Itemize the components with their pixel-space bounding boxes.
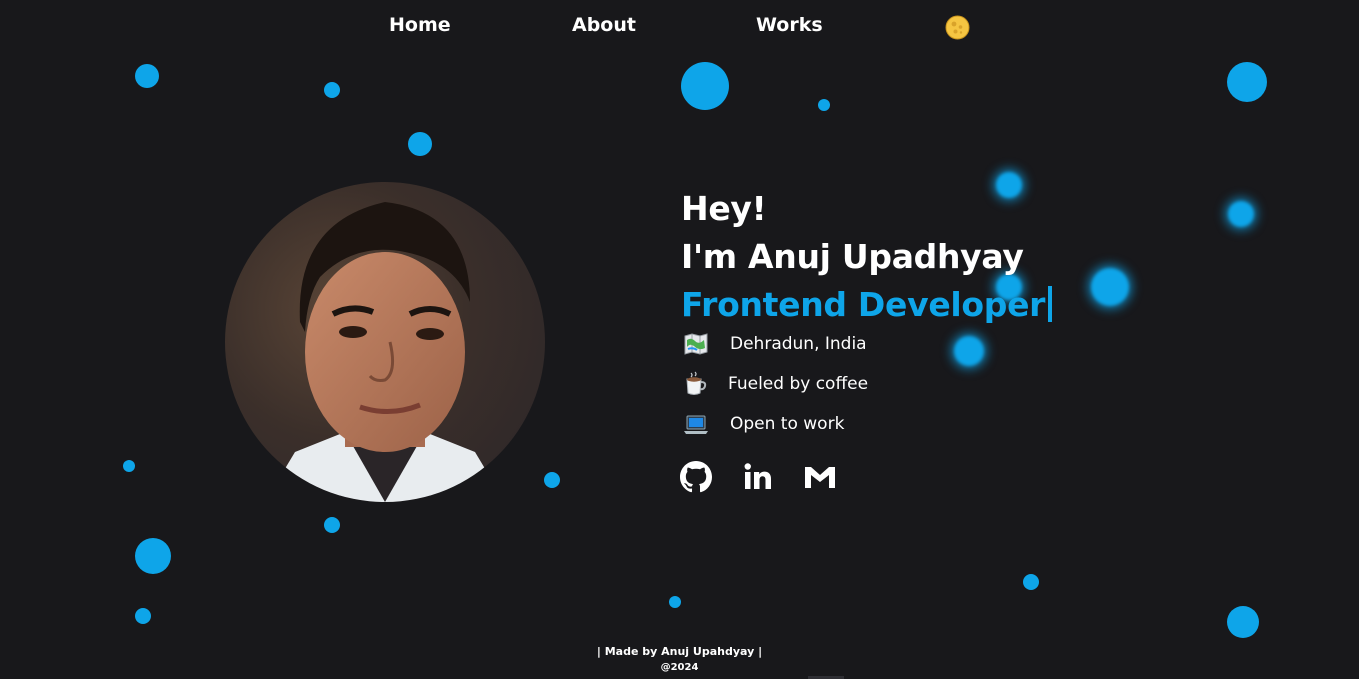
footer-credit: | Made by Anuj Upahdyay | — [596, 645, 763, 658]
hero-greeting: Hey! — [681, 189, 767, 228]
bubble — [135, 538, 171, 574]
gmail-link[interactable] — [803, 461, 835, 493]
map-icon — [684, 333, 708, 355]
nav-home-link[interactable]: Home — [389, 14, 451, 36]
hero-role: Frontend Developer — [681, 281, 1101, 329]
info-coffee-text: Fueled by coffee — [728, 374, 869, 394]
typing-cursor — [1048, 286, 1053, 322]
hero-intro: I'm Anuj Upadhyay — [681, 237, 1024, 276]
bubble — [1023, 574, 1039, 590]
footer-year: @2024 — [660, 662, 699, 673]
bubble — [408, 132, 432, 156]
laptop-icon — [684, 415, 708, 434]
info-work-text: Open to work — [730, 414, 845, 434]
nav-works-link[interactable]: Works — [756, 14, 823, 36]
bubble — [135, 608, 151, 624]
github-link[interactable] — [680, 461, 712, 493]
github-icon — [680, 461, 712, 493]
bubble — [324, 517, 340, 533]
hero-role-text: Frontend Developer — [681, 285, 1046, 324]
top-nav: Home About Works — [0, 0, 1359, 56]
bubble — [1227, 62, 1267, 102]
avatar — [225, 182, 545, 502]
bubble — [818, 99, 830, 111]
nav-about-link[interactable]: About — [572, 14, 636, 36]
linkedin-icon — [744, 463, 771, 489]
hero-heading: Hey! I'm Anuj Upadhyay Frontend Develope… — [681, 185, 1101, 329]
bubble — [954, 336, 984, 366]
bubble — [1227, 606, 1259, 638]
gmail-icon — [805, 467, 835, 488]
bubble — [123, 460, 135, 472]
info-location-text: Dehradun, India — [730, 334, 867, 354]
bubble — [135, 64, 159, 88]
coffee-icon — [686, 371, 707, 395]
profile-photo — [265, 202, 505, 502]
info-location: Dehradun, India — [683, 331, 867, 357]
moon-icon — [945, 15, 970, 40]
info-coffee: Fueled by coffee — [683, 371, 868, 397]
bubble — [1228, 201, 1254, 227]
info-work: Open to work — [683, 411, 844, 437]
bubble — [544, 472, 560, 488]
bubble — [324, 82, 340, 98]
portfolio-page: Home About Works Hey! I'm Anuj Upadhyay … — [0, 0, 1359, 679]
linkedin-link[interactable] — [742, 461, 774, 493]
theme-toggle-button[interactable] — [945, 15, 970, 40]
bubble — [681, 62, 729, 110]
bubble — [669, 596, 681, 608]
